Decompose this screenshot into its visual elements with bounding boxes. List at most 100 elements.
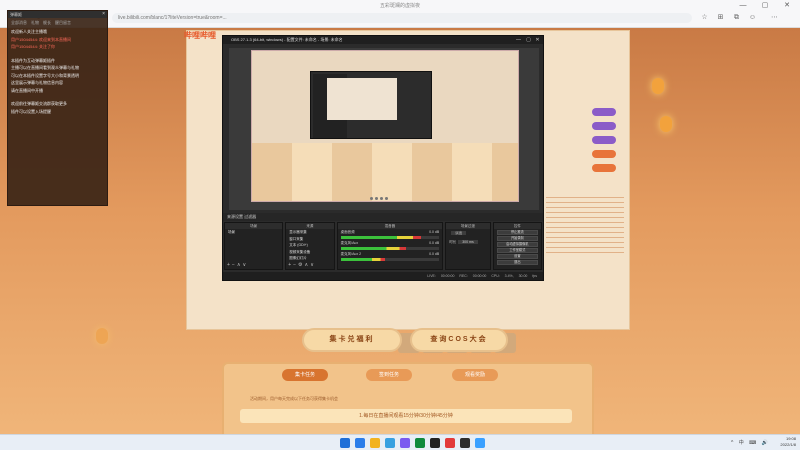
tab-superchat[interactable]: 醒目留言	[55, 20, 71, 26]
clock[interactable]: 19:08 2022/1/8	[780, 436, 796, 448]
control-button[interactable]: 停止推流	[496, 230, 539, 235]
transitions-dock: 场景过渡 淡出 时长 300 ms	[445, 222, 491, 270]
volume-meter[interactable]	[340, 258, 440, 261]
taskbar-app-icon[interactable]	[415, 438, 425, 448]
overlay-title: 弹幕姬	[10, 12, 22, 17]
star-icon[interactable]: ☆	[700, 13, 709, 22]
source-item[interactable]: 图像幻灯片	[286, 255, 333, 262]
preview-dots	[370, 197, 388, 200]
taskbar-app-icon[interactable]	[430, 438, 440, 448]
mixer-channel: 麦克风/Aux 0.0 dB	[338, 240, 443, 246]
room-description	[546, 193, 624, 255]
chat-message: 本插件为互动弹幕姬插件	[11, 57, 55, 63]
browser-chrome: 五彩斑斓的虚拟夜 — ▢ ✕ ‹ › ↻ live.bilibili.com/b…	[0, 0, 800, 28]
mixer-channel-db: 0.0 dB	[429, 252, 440, 256]
tab-watch-reward[interactable]: 观看奖励	[452, 369, 498, 381]
mixer-channel-name: 麦克风/Aux	[340, 241, 359, 245]
tab-card-task[interactable]: 集卡任务	[282, 369, 328, 381]
scene-dock-controls[interactable]: +−∧∨	[227, 262, 248, 268]
control-button[interactable]: 启动虚拟摄像机	[496, 242, 539, 247]
side-tag[interactable]	[592, 108, 616, 116]
transition-type[interactable]: 淡出	[446, 229, 489, 238]
hot-tag[interactable]	[592, 150, 616, 158]
preview-nested-obs	[310, 71, 432, 139]
obs-title: OBS 27.1.3 (64-bit, windows) - 配置文件: 未命名…	[231, 37, 343, 42]
overlay-tabs: 全部消息 礼物 舰长 醒目留言	[8, 18, 107, 28]
more-icon[interactable]: ⋯	[770, 13, 779, 22]
obs-minimize-button[interactable]: —	[514, 36, 523, 44]
volume-meter-fill	[340, 236, 422, 239]
chat-message: 插件可以设置入场提醒	[11, 108, 51, 114]
danmaku-overlay[interactable]: 弹幕姬 × 全部消息 礼物 舰长 醒目留言 欢迎新人关注主播哦 用户1504454…	[7, 10, 108, 206]
cos-query-button[interactable]: 查询COS大会	[410, 328, 508, 352]
lantern-decoration	[660, 116, 672, 132]
chat-message: 欢迎新人关注主播哦	[11, 29, 47, 34]
mixer-channel-name: 桌面音频	[340, 230, 355, 234]
taskbar: ^ 中 ⌨ 🔊 19:08 2022/1/8	[0, 434, 800, 450]
preview-site	[252, 143, 518, 201]
close-icon[interactable]: ×	[102, 11, 105, 18]
obs-maximize-button[interactable]: ▢	[524, 36, 533, 44]
volume-meter-fill	[340, 258, 385, 261]
sources-dock: 来源 显示器采集 窗口采集 文本 (GDI+) 视频采集设备 图像幻灯片 +−⚙∧∨	[285, 222, 335, 270]
chat-message: 用户15044544: 关注了你	[11, 44, 56, 49]
scenes-dock: 场景 场景 +−∧∨	[224, 222, 284, 270]
chat-message: 欢迎前往弹幕姬交流群获取更多	[11, 101, 67, 106]
mixer-channel-name: 麦克风/Aux 2	[340, 252, 362, 256]
taskbar-app-icon[interactable]	[445, 438, 455, 448]
taskbar-app-icon[interactable]	[385, 438, 395, 448]
taskbar-app-icon[interactable]	[355, 438, 365, 448]
chat-message: 请在直播间中开播	[11, 87, 43, 93]
maximize-button[interactable]: ▢	[754, 0, 776, 11]
collect-card-button[interactable]: 集卡兑福利	[302, 328, 402, 352]
source-dock-controls[interactable]: +−⚙∧∨	[288, 262, 316, 268]
lantern-decoration	[96, 328, 108, 344]
collections-icon[interactable]: ⊞	[716, 13, 725, 22]
control-button[interactable]: 设置	[496, 254, 539, 259]
mixer-channel-db: 0.0 dB	[429, 230, 440, 234]
tab-signin-task[interactable]: 签到任务	[366, 369, 412, 381]
close-button[interactable]: ✕	[776, 0, 798, 11]
taskbar-apps	[340, 438, 485, 448]
volume-meter[interactable]	[340, 247, 440, 250]
volume-meter[interactable]	[340, 236, 440, 239]
chat-list: 欢迎新人关注主播哦 用户15044544: 欢迎来到本直播间 用户15044544:…	[8, 28, 107, 115]
lantern-decoration	[652, 78, 664, 94]
obs-close-button[interactable]: ✕	[533, 36, 542, 44]
taskbar-app-icon[interactable]	[370, 438, 380, 448]
tab-captains[interactable]: 舰长	[43, 20, 51, 26]
source-toolbar: 来源设置 过滤器	[223, 213, 543, 221]
control-button[interactable]: 退出	[496, 260, 539, 265]
taskbar-app-icon[interactable]	[400, 438, 410, 448]
transition-duration[interactable]: 时长 300 ms	[446, 238, 489, 247]
obs-preview[interactable]	[251, 50, 519, 202]
tab-gifts[interactable]: 礼物	[31, 20, 39, 26]
hot-tag[interactable]	[592, 164, 616, 172]
mixer-channel: 麦克风/Aux 2 0.0 dB	[338, 251, 443, 257]
scene-item[interactable]: 场景	[225, 229, 282, 236]
site-logo[interactable]: 哔哩哔哩	[184, 30, 216, 41]
extensions-icon[interactable]: ⧉	[732, 13, 741, 22]
profile-icon[interactable]: ☺	[748, 13, 757, 22]
mixer-channels: 桌面音频 0.0 dB 麦克风/Aux 0.0 dB 麦克风/Aux 2 0.0 dB	[338, 229, 443, 261]
obs-window[interactable]: OBS 27.1.3 (64-bit, windows) - 配置文件: 未命名…	[222, 35, 544, 281]
taskbar-app-icon[interactable]	[475, 438, 485, 448]
tab-all[interactable]: 全部消息	[11, 20, 27, 26]
source-list: 显示器采集 窗口采集 文本 (GDI+) 视频采集设备 图像幻灯片	[286, 229, 333, 262]
side-tag[interactable]	[592, 122, 616, 130]
side-tag[interactable]	[592, 136, 616, 144]
taskbar-app-icon[interactable]	[340, 438, 350, 448]
control-button[interactable]: 开始录制	[496, 236, 539, 241]
preview-nested-page	[327, 78, 397, 120]
obs-titlebar: OBS 27.1.3 (64-bit, windows) - 配置文件: 未命名…	[223, 36, 543, 44]
system-tray[interactable]: ^ 中 ⌨ 🔊	[731, 439, 770, 446]
control-button[interactable]: 工作室模式	[496, 248, 539, 253]
obs-statusbar: LIVE: 00:00:00 REC: 00:00:00 CPU: 3.4%, …	[223, 272, 543, 280]
mixer-channel-db: 0.0 dB	[429, 241, 440, 245]
taskbar-app-icon[interactable]	[460, 438, 470, 448]
address-bar[interactable]: live.bilibili.com/blanc/1?liteVersion=tr…	[112, 13, 692, 23]
window-title: 五彩斑斓的虚拟夜	[379, 3, 420, 9]
minimize-button[interactable]: —	[732, 0, 754, 11]
chat-message: 主播可以在直播间看到观众弹幕与礼物	[11, 65, 79, 70]
volume-meter-fill	[340, 247, 406, 250]
